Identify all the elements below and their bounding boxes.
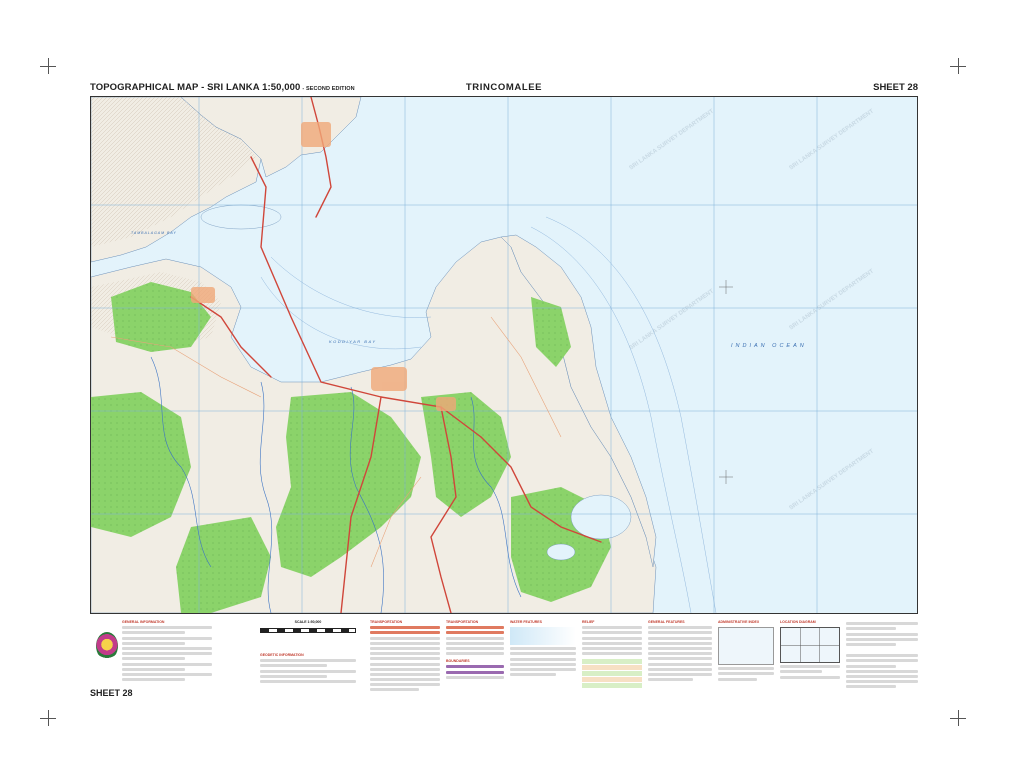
legend-relief: RELIEF bbox=[582, 620, 642, 712]
legend-administrative-index: ADMINISTRATIVE INDEX bbox=[718, 620, 774, 712]
legend-section-title: TRANSPORTATION bbox=[446, 620, 479, 624]
legend-section-title: WATER FEATURES bbox=[510, 620, 542, 624]
bay-label-2: TAMBALAGAM BAY bbox=[131, 231, 177, 235]
map-header: TOPOGRAPHICAL MAP - SRI LANKA 1:50,000- … bbox=[90, 82, 918, 96]
inner-bay bbox=[200, 204, 282, 230]
legend-section-title: TRANSPORTATION bbox=[370, 620, 403, 624]
legend-water-features: WATER FEATURES bbox=[510, 620, 576, 712]
location-diagram-grid bbox=[780, 627, 840, 663]
legend-scale-and-geodetic: SCALE 1:50,000 GEODETIC INFORMATION bbox=[260, 620, 356, 712]
admin-index-map bbox=[718, 627, 774, 665]
map-canvas[interactable] bbox=[91, 97, 917, 613]
legend-boundaries: TRANSPORTATION BOUNDARIES bbox=[446, 620, 504, 712]
survey-department-emblem bbox=[96, 632, 118, 660]
scale-title: SCALE 1:50,000 bbox=[294, 620, 322, 624]
water-feature-sketch bbox=[510, 627, 576, 645]
legend-section-title: RELIEF bbox=[582, 620, 595, 624]
lagoon bbox=[570, 494, 632, 540]
legend-section-title: BOUNDARIES bbox=[446, 659, 470, 664]
legend-section-title: ADMINISTRATIVE INDEX bbox=[718, 620, 760, 624]
legend-section-title: GEODETIC INFORMATION bbox=[260, 653, 304, 657]
legend-notes bbox=[846, 620, 918, 712]
map-sheet-name: TRINCOMALEE bbox=[465, 82, 543, 93]
bay-label: KODDIYAR BAY bbox=[329, 339, 377, 344]
sheet-number: SHEET 28 bbox=[873, 82, 918, 93]
legend-location-diagram: LOCATION DIAGRAM bbox=[780, 620, 840, 712]
legend-general-information: GENERAL INFORMATION bbox=[122, 620, 212, 712]
legend-section-title: LOCATION DIAGRAM bbox=[780, 620, 816, 624]
legend-section-title: GENERAL INFORMATION bbox=[122, 620, 165, 624]
legend-general-features: GENERAL FEATURES bbox=[648, 620, 712, 712]
map-frame[interactable]: INDIAN OCEAN KODDIYAR BAY TAMBALAGAM BAY… bbox=[90, 96, 918, 614]
land-use-swatches bbox=[582, 659, 642, 690]
map-legend: SHEET 28 GENERAL INFORMATION SCALE 1:50,… bbox=[90, 620, 918, 712]
lagoon-2 bbox=[546, 543, 576, 561]
legend-section-title: GENERAL FEATURES bbox=[648, 620, 685, 624]
sea-label: INDIAN OCEAN bbox=[731, 343, 807, 349]
legend-transportation: TRANSPORTATION bbox=[370, 620, 440, 712]
